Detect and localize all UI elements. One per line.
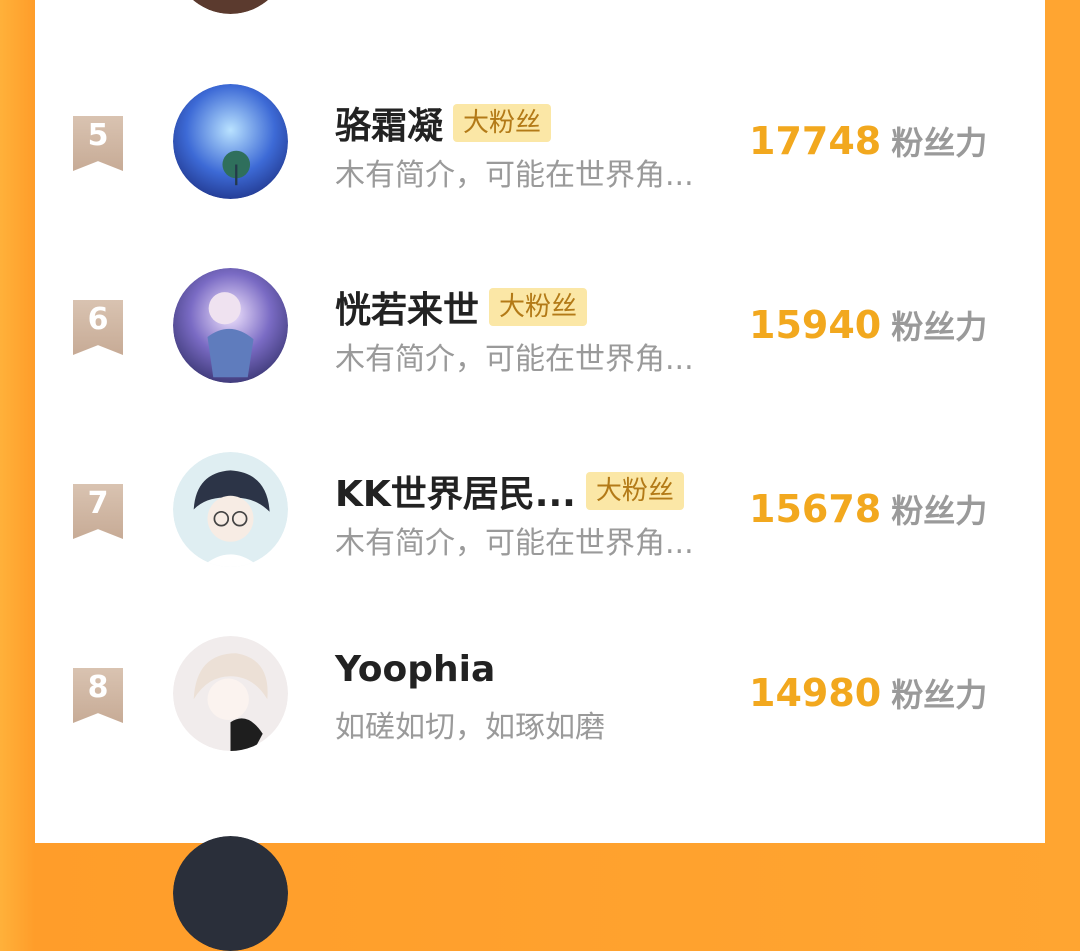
user-bio: 木有简介，可能在世界角... bbox=[335, 158, 694, 193]
fan-level-badge: 大粉丝 bbox=[585, 472, 684, 510]
fan-power-value: 14980 bbox=[749, 671, 882, 715]
user-name[interactable]: 恍若来世 bbox=[335, 281, 479, 333]
list-item[interactable]: 7 KK世界居民... 大粉丝 木有简介，可能在世界角... 15678 粉丝力 bbox=[35, 445, 1045, 585]
avatar[interactable] bbox=[173, 84, 288, 199]
user-bio: 木有简介，可能在世界角... bbox=[335, 342, 694, 377]
fan-power-value: 15678 bbox=[749, 487, 882, 531]
user-bio: 木有简介，可能在世界角... bbox=[335, 526, 694, 561]
user-name[interactable]: 骆霜凝 bbox=[335, 97, 443, 149]
avatar[interactable] bbox=[173, 452, 288, 567]
avatar[interactable] bbox=[173, 268, 288, 383]
fan-power-value: 15940 bbox=[749, 303, 882, 347]
fan-level-badge: 大粉丝 bbox=[453, 104, 552, 142]
fan-power-label: 粉丝力 bbox=[891, 492, 988, 530]
user-bio: 如磋如切，如琢如磨 bbox=[335, 710, 605, 745]
list-item[interactable]: 5 骆霜凝 大粉丝 木有简介，可能在世界角... 17748 粉丝力 bbox=[35, 77, 1045, 217]
user-name[interactable]: Yoophia bbox=[335, 649, 495, 690]
list-item[interactable]: 6 恍若来世 大粉丝 木有简介，可能在世界角... 15940 粉丝力 bbox=[35, 261, 1045, 401]
rank-ribbon: 7 bbox=[73, 484, 123, 539]
fan-power-label: 粉丝力 bbox=[891, 124, 988, 162]
user-name[interactable]: KK世界居民... bbox=[335, 465, 576, 517]
avatar[interactable] bbox=[173, 0, 288, 14]
list-item[interactable]: 8 Yoophia 如磋如切，如琢如磨 14980 粉丝力 bbox=[35, 629, 1045, 769]
rank-ribbon: 6 bbox=[73, 300, 123, 355]
fan-level-badge: 大粉丝 bbox=[489, 288, 588, 326]
rank-ribbon: 8 bbox=[73, 668, 123, 723]
fan-power-value: 17748 bbox=[749, 119, 882, 163]
fan-ranking-panel: 5 骆霜凝 大粉丝 木有简介，可能在世界角... 17748 粉丝力 6 恍若来… bbox=[35, 0, 1045, 951]
avatar[interactable] bbox=[173, 836, 288, 951]
rank-ribbon: 5 bbox=[73, 116, 123, 171]
fan-power-label: 粉丝力 bbox=[891, 676, 988, 714]
avatar[interactable] bbox=[173, 636, 288, 751]
fan-power-label: 粉丝力 bbox=[891, 308, 988, 346]
